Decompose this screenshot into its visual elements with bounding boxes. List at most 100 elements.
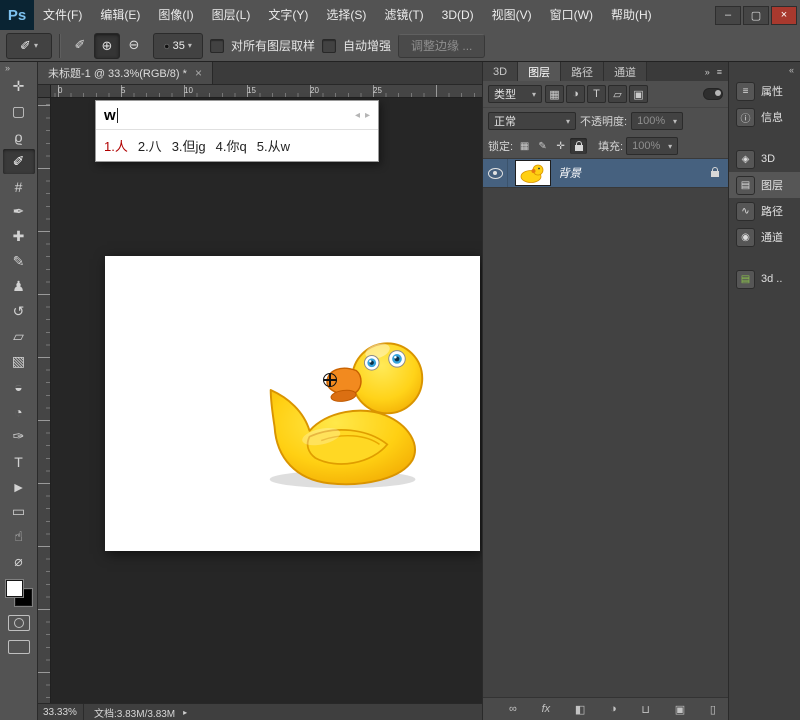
quick-mask-button[interactable] [7,615,30,631]
tool-crop[interactable]: # [3,174,35,199]
lock-image-pixels-icon[interactable]: ✎ [534,138,551,154]
delete-layer-icon[interactable]: ▯ [710,703,716,716]
tool-spot-healing-brush[interactable]: ✚ [3,224,35,249]
tool-path-selection[interactable]: ► [3,474,35,499]
layer-style-icon[interactable]: fx [542,703,551,715]
menu-item-1[interactable]: 编辑(E) [91,1,149,30]
dock-3d-button[interactable]: ◈ 3D [729,146,800,172]
new-group-icon[interactable]: ⊔ [641,703,650,716]
panel-tab-channels[interactable]: 通道 [604,62,648,81]
menu-item-10[interactable]: 帮助(H) [602,1,661,30]
dock-paths-button[interactable]: ∿ 路径 [729,198,800,224]
panel-tab-3d[interactable]: 3D [483,62,519,81]
tool-clone-stamp[interactable]: ♟ [3,274,35,299]
screen-mode-button[interactable] [7,640,30,654]
fill-select[interactable]: 100% ▾ [626,137,679,155]
filter-pixel-layers-icon[interactable]: ▦ [545,85,564,103]
tool-preset-picker[interactable]: ✐ ▾ [6,32,52,59]
canvas[interactable] [105,256,480,551]
filter-adjustment-layers-icon[interactable]: ◑ [566,85,585,103]
vertical-ruler[interactable] [38,97,51,703]
close-button[interactable]: × [771,5,797,25]
ime-candidate-4[interactable]: 4.你q [216,136,247,155]
menu-item-0[interactable]: 文件(F) [34,1,91,30]
zoom-level-field[interactable]: 33.33% [38,704,84,720]
tool-zoom[interactable]: ⌀ [3,549,35,574]
tool-move[interactable]: ✛ [3,74,35,99]
status-menu-arrow-icon[interactable]: ▸ [183,708,187,717]
lock-transparent-pixels-icon[interactable]: ▦ [516,138,533,154]
layer-thumbnail[interactable] [515,160,551,186]
adjustment-layer-icon[interactable]: ◑ [610,703,617,715]
menu-item-2[interactable]: 图像(I) [149,1,202,30]
lock-all-button[interactable] [570,138,588,154]
ime-candidate-3[interactable]: 3.但jg [172,136,206,155]
collapse-panel-icon[interactable]: » [705,67,710,77]
filter-smart-objects-icon[interactable]: ▣ [629,85,648,103]
tool-brush[interactable]: ✎ [3,249,35,274]
layer-row-background[interactable]: 背景 [483,159,728,188]
document-tab[interactable]: 未标题-1 @ 33.3%(RGB/8) * × [38,62,213,84]
tool-type[interactable]: T [3,449,35,474]
dock-properties-button[interactable]: ≡ 属性 [729,78,800,104]
canvas-viewport[interactable]: 0 5 10 15 20 25 [38,85,482,703]
panel-menu-icon[interactable]: ≡ [717,67,722,77]
ruler-origin[interactable] [38,85,51,98]
add-layer-mask-icon[interactable]: ◧ [575,703,585,716]
layer-list[interactable]: 背景 [483,159,728,697]
menu-item-9[interactable]: 窗口(W) [541,1,602,30]
tool-dodge[interactable]: ◔ [3,399,35,424]
panel-tab-paths[interactable]: 路径 [561,62,605,81]
blend-mode-select[interactable]: 正常 ▾ [488,112,576,130]
filter-shape-layers-icon[interactable]: ▱ [608,85,627,103]
tool-hand[interactable]: ☝ [3,524,35,549]
menu-item-3[interactable]: 图层(L) [203,1,260,30]
tool-rectangular-marquee[interactable]: ▢ [3,99,35,124]
panel-tab-layers[interactable]: 图层 [518,62,562,81]
collapse-toolbar-icon[interactable]: » [0,62,10,74]
filter-type-layers-icon[interactable]: T [587,85,606,103]
auto-enhance-checkbox[interactable] [322,38,337,53]
brush-size-picker[interactable]: ● 35 ▾ [153,32,203,59]
tool-blur[interactable]: ◒ [3,374,35,399]
menu-item-8[interactable]: 视图(V) [483,1,541,30]
tool-shape[interactable]: ▭ [3,499,35,524]
tool-pen[interactable]: ✑ [3,424,35,449]
lock-position-icon[interactable]: ✛ [552,138,569,154]
new-selection-button[interactable]: ✐ [68,33,92,57]
tool-quick-selection[interactable]: ✐ [2,149,35,174]
dock-layers-button[interactable]: ▤ 图层 [729,172,800,198]
dock-3d-scene-button[interactable]: ▤ 3d .. [729,266,800,292]
tool-gradient[interactable]: ▧ [3,349,35,374]
ime-candidate-1[interactable]: 1.人 [104,136,128,155]
menu-item-4[interactable]: 文字(Y) [259,1,317,30]
maximize-button[interactable]: ▢ [743,5,769,25]
dock-info-button[interactable]: ⓘ 信息 [729,104,800,130]
new-layer-icon[interactable]: ▣ [675,703,685,716]
menu-item-6[interactable]: 滤镜(T) [375,1,432,30]
filter-type-select[interactable]: 类型 ▾ [488,85,542,103]
tool-lasso[interactable]: ϱ [3,124,35,149]
link-layers-icon[interactable]: ∞ [509,703,517,715]
refine-edge-button[interactable]: 调整边缘 ... [398,33,486,58]
ime-candidate-2[interactable]: 2.八 [138,136,162,155]
minimize-button[interactable]: – [715,5,741,25]
ime-prev-page-icon[interactable]: ◂ [355,110,360,121]
layer-visibility-toggle[interactable] [483,159,508,187]
menu-item-7[interactable]: 3D(D) [433,1,483,30]
subtract-from-selection-button[interactable]: ⊖ [122,33,146,57]
foreground-color-swatch[interactable] [5,580,23,597]
tool-eyedropper[interactable]: ✒ [3,199,35,224]
tool-eraser[interactable]: ▱ [3,324,35,349]
add-to-selection-button[interactable]: ⊕ [94,32,120,59]
sample-all-layers-checkbox[interactable] [210,38,224,53]
menu-item-5[interactable]: 选择(S) [317,1,375,30]
opacity-select[interactable]: 100% ▾ [631,112,684,130]
tool-history-brush[interactable]: ↺ [3,299,35,324]
close-tab-icon[interactable]: × [195,66,202,80]
ime-candidate-5[interactable]: 5.从w [257,136,290,155]
ime-next-page-icon[interactable]: ▸ [365,110,370,121]
filter-toggle[interactable] [703,88,723,100]
dock-channels-button[interactable]: ◉ 通道 [729,224,800,250]
expand-panels-icon[interactable]: « [789,65,794,75]
